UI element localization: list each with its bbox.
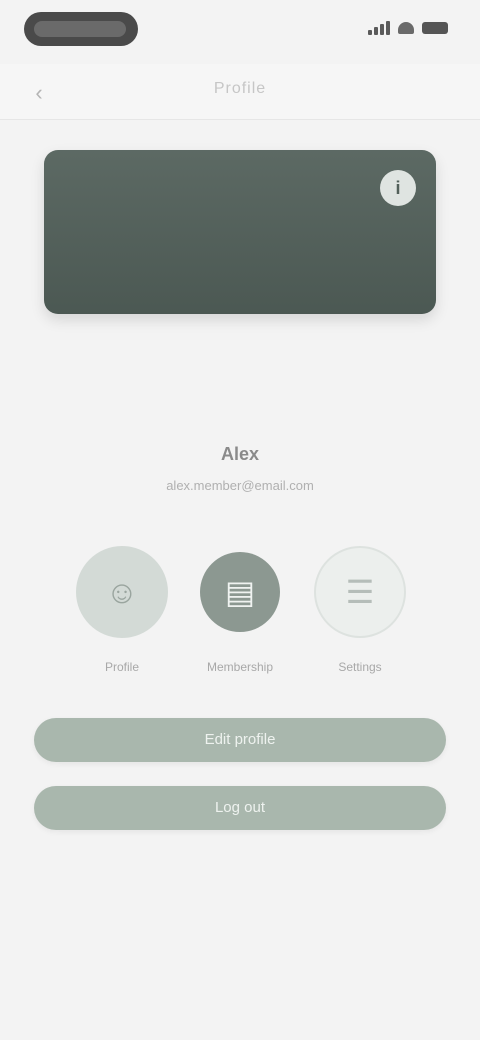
hero-card[interactable]: i xyxy=(44,150,436,314)
page-title: Profile xyxy=(213,80,267,97)
info-icon[interactable]: i xyxy=(380,170,416,206)
hero-caption xyxy=(0,334,480,354)
card-icon: ▤ xyxy=(200,552,280,632)
hero-image xyxy=(44,150,436,314)
edit-profile-button[interactable]: Edit profile xyxy=(34,718,446,762)
nav-header: ‹ Profile xyxy=(0,64,480,120)
status-time-placeholder xyxy=(34,21,126,37)
action-settings[interactable]: ☰ Settings xyxy=(310,546,410,686)
wifi-icon xyxy=(398,22,414,34)
action-profile[interactable]: ☺ Profile xyxy=(72,546,172,686)
action-label: Membership xyxy=(206,660,274,674)
signal-icon xyxy=(368,21,390,35)
action-membership[interactable]: ▤ Membership xyxy=(190,546,290,686)
profile-name: Alex xyxy=(220,444,260,464)
user-icon: ☺ xyxy=(76,546,168,638)
battery-icon xyxy=(422,22,448,34)
dynamic-island xyxy=(24,12,138,46)
logout-button[interactable]: Log out xyxy=(34,786,446,830)
action-label: Settings xyxy=(338,660,382,674)
action-label: Profile xyxy=(104,660,139,674)
status-icons xyxy=(368,21,448,35)
profile-subtitle: alex.member@email.com xyxy=(166,478,314,493)
status-bar xyxy=(0,0,480,60)
back-icon[interactable]: ‹ xyxy=(28,82,50,104)
screen: ‹ Profile i Alex alex.member@email.com ☺… xyxy=(0,0,480,1040)
menu-icon: ☰ xyxy=(314,546,406,638)
